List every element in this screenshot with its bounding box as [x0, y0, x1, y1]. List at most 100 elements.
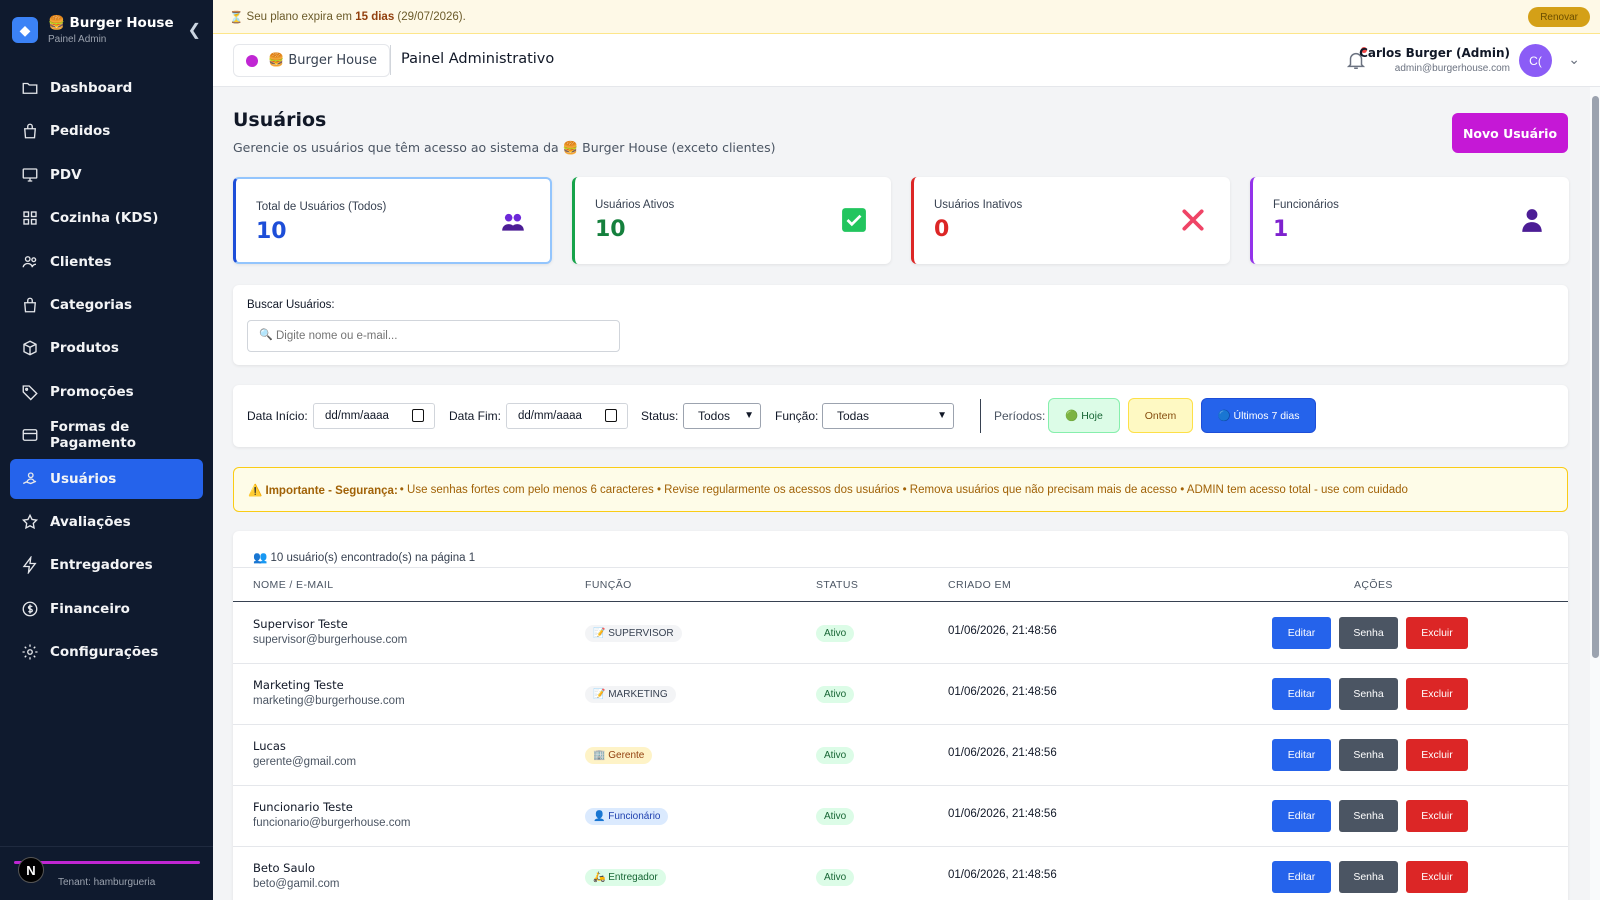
stat-card-inactive[interactable]: Usuários Inativos 0 [911, 177, 1230, 264]
sidebar-item-entregadores[interactable]: Entregadores [10, 545, 203, 585]
app-logo-icon: ◆ [12, 17, 38, 43]
sidebar-item-cozinha[interactable]: Cozinha (KDS) [10, 198, 203, 238]
status-badge: Ativo [816, 625, 855, 642]
table-row: Supervisor Teste supervisor@burgerhouse.… [233, 603, 1568, 664]
role-select[interactable]: Todas ▼ [822, 403, 954, 429]
tenant-avatar[interactable]: N [18, 857, 44, 883]
status-badge: Ativo [816, 686, 855, 703]
brand-chip-label: 🍔 Burger House [268, 53, 378, 68]
password-button[interactable]: Senha [1339, 617, 1398, 649]
sidebar-item-usuarios[interactable]: Usuários [10, 458, 203, 499]
users-icon [21, 253, 39, 271]
search-input[interactable] [247, 320, 620, 352]
delete-button[interactable]: Excluir [1406, 800, 1468, 832]
start-date-label: Data Início: [247, 409, 308, 423]
delete-button[interactable]: Excluir [1406, 861, 1468, 893]
column-header-status: STATUS [816, 579, 859, 591]
edit-button[interactable]: Editar [1272, 678, 1331, 710]
top-header: 🍔 Burger House Painel Administrativo Car… [213, 34, 1600, 87]
sidebar-item-pdv[interactable]: PDV [10, 155, 203, 195]
person-icon [1522, 209, 1542, 232]
collapse-sidebar-icon[interactable]: ❮ [188, 20, 201, 40]
edit-button[interactable]: Editar [1272, 617, 1331, 649]
periods-label: Períodos: [994, 409, 1046, 423]
sidebar-item-label: Clientes [50, 253, 112, 270]
user-avatar[interactable]: C( [1519, 44, 1552, 77]
status-badge: Ativo [816, 808, 855, 825]
sidebar-item-categorias[interactable]: Categorias [10, 285, 203, 325]
edit-button[interactable]: Editar [1272, 861, 1331, 893]
chevron-down-icon: ▼ [937, 410, 947, 421]
column-header-actions: AÇÕES [1354, 579, 1393, 591]
edit-button[interactable]: Editar [1272, 800, 1331, 832]
sidebar-brand: ◆ 🍔 Burger House Painel Admin ❮ [0, 0, 213, 60]
delete-button[interactable]: Excluir [1406, 739, 1468, 771]
status-badge: Ativo [816, 747, 855, 764]
status-filter-label: Status: [641, 409, 679, 423]
scrollbar-thumb[interactable] [1592, 96, 1599, 658]
table-row: Lucas gerente@gmail.com 🏢 Gerente Ativo … [233, 725, 1568, 786]
stat-card-active[interactable]: Usuários Ativos 10 [572, 177, 891, 264]
user-name-cell: Lucas [253, 739, 286, 753]
calendar-icon[interactable] [605, 409, 617, 422]
filter-divider [980, 399, 981, 433]
page-description: Gerencie os usuários que têm acesso ao s… [233, 140, 776, 155]
sidebar-item-formas-pagamento[interactable]: Formas de Pagamento [10, 415, 203, 455]
status-select[interactable]: Todos ▼ [683, 403, 761, 429]
sidebar-item-dashboard[interactable]: Dashboard [10, 68, 203, 108]
role-badge: 👤 Funcionário [585, 808, 669, 825]
hourglass-icon: ⏳ [229, 11, 244, 24]
calendar-icon[interactable] [412, 409, 424, 422]
sidebar-item-avaliacoes[interactable]: Avaliações [10, 502, 203, 542]
sidebar-item-label: Pedidos [50, 123, 111, 140]
stat-card-employees[interactable]: Funcionários 1 [1250, 177, 1569, 264]
column-header-created: CRIADO EM [948, 579, 1012, 591]
sidebar-item-financeiro[interactable]: Financeiro [10, 589, 203, 629]
user-name-cell: Funcionario Teste [253, 800, 353, 814]
page-title: Usuários [233, 109, 327, 131]
user-email: admin@burgerhouse.com [1394, 63, 1510, 74]
sidebar-item-label: PDV [50, 166, 82, 183]
start-date-input[interactable]: dd/mm/aaaa [313, 403, 435, 429]
sidebar-item-configuracoes[interactable]: Configurações [10, 632, 203, 672]
user-name: Carlos Burger (Admin) [1359, 46, 1510, 60]
stat-value: 10 [256, 219, 287, 244]
delete-button[interactable]: Excluir [1406, 617, 1468, 649]
plan-banner-days: 15 dias [355, 10, 395, 23]
store-brand-chip[interactable]: 🍔 Burger House [233, 44, 391, 77]
table-row: Marketing Teste marketing@burgerhouse.co… [233, 664, 1568, 725]
password-button[interactable]: Senha [1339, 678, 1398, 710]
password-button[interactable]: Senha [1339, 739, 1398, 771]
renew-button[interactable]: Renovar [1528, 7, 1590, 27]
plan-expiry-banner: ⏳ Seu plano expira em 15 dias (29/07/202… [213, 0, 1600, 34]
sidebar-item-promocoes[interactable]: Promoções [10, 372, 203, 412]
password-button[interactable]: Senha [1339, 800, 1398, 832]
sidebar-item-produtos[interactable]: Produtos [10, 328, 203, 368]
sidebar-item-clientes[interactable]: Clientes [10, 242, 203, 282]
check-icon [842, 208, 866, 232]
header-title: Painel Administrativo [401, 51, 555, 67]
warning-text: • Use senhas fortes com pelo menos 6 car… [399, 483, 1408, 496]
delete-button[interactable]: Excluir [1406, 678, 1468, 710]
column-header-role: FUNÇÃO [585, 579, 632, 591]
period-yesterday-button[interactable]: Ontem [1128, 398, 1193, 433]
new-user-button[interactable]: Novo Usuário [1452, 113, 1568, 153]
sidebar-item-pedidos[interactable]: Pedidos [10, 111, 203, 151]
end-date-input[interactable]: dd/mm/aaaa [506, 403, 628, 429]
sidebar-item-label: Usuários [50, 470, 117, 487]
table-summary: 👥 10 usuário(s) encontrado(s) na página … [253, 552, 476, 564]
period-today-button[interactable]: 🟢 Hoje [1048, 398, 1120, 433]
users-table: 👥 10 usuário(s) encontrado(s) na página … [233, 531, 1568, 900]
header-divider [390, 45, 391, 75]
sidebar-brand-title: 🍔 Burger House [48, 15, 174, 31]
password-button[interactable]: Senha [1339, 861, 1398, 893]
stat-card-total[interactable]: Total de Usuários (Todos) 10 [233, 177, 552, 264]
tenant-label: Tenant: hamburgueria [58, 877, 156, 888]
user-name-cell: Supervisor Teste [253, 617, 348, 631]
edit-button[interactable]: Editar [1272, 739, 1331, 771]
role-badge: 🛵 Entregador [585, 869, 666, 886]
period-last7-button[interactable]: 🔵 Últimos 7 dias [1201, 398, 1316, 433]
chevron-down-icon[interactable]: ⌄ [1568, 51, 1580, 68]
grid-icon [21, 209, 39, 227]
created-at-cell: 01/06/2026, 21:48:56 [948, 625, 1057, 637]
